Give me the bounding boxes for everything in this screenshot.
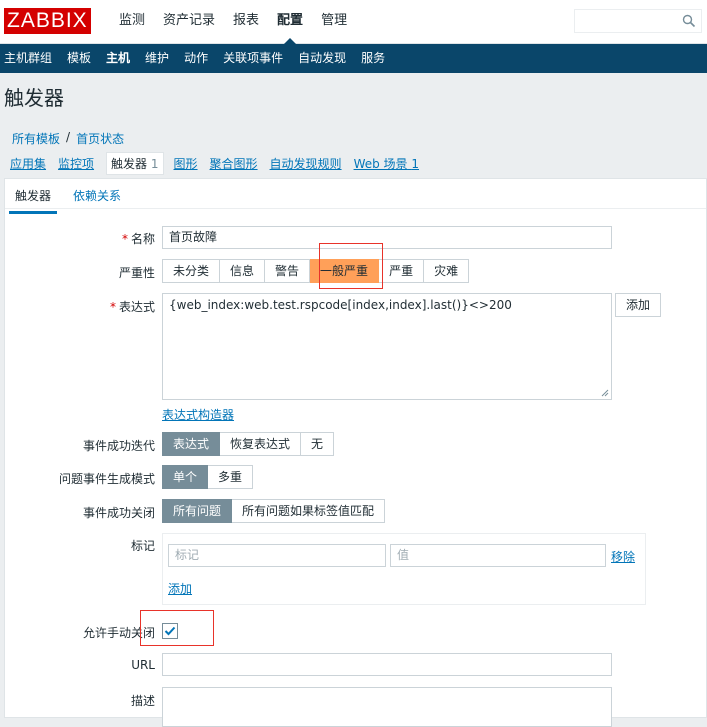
- required-asterisk: *: [121, 232, 128, 246]
- severity-high[interactable]: 严重: [379, 259, 425, 283]
- resize-grip-icon[interactable]: [601, 389, 609, 397]
- menu-configuration[interactable]: 配置: [268, 0, 312, 44]
- breadcrumb-host[interactable]: 首页状态: [76, 130, 124, 147]
- description-label: 描述: [130, 694, 155, 708]
- breadcrumb: 所有模板 / 首页状态: [12, 130, 124, 147]
- submenu-maintenance[interactable]: 维护: [141, 44, 178, 73]
- expression-label-text: 表达式: [118, 300, 155, 314]
- tag-remove-link[interactable]: 移除: [611, 548, 635, 565]
- url-label: URL: [131, 658, 155, 672]
- global-search: [574, 9, 702, 33]
- severity-selector: 未分类 信息 警告 一般严重 严重 灾难: [162, 259, 470, 283]
- entity-tab-triggers[interactable]: 触发器 1: [106, 152, 164, 175]
- severity-information[interactable]: 信息: [220, 259, 266, 283]
- breadcrumb-separator: /: [66, 130, 71, 144]
- expression-label: * 表达式: [5, 298, 155, 315]
- name-label-text: 名称: [130, 232, 155, 246]
- entity-tab-triggers-label: 触发器: [111, 157, 148, 171]
- url-field[interactable]: [162, 653, 612, 676]
- severity-not-classified[interactable]: 未分类: [162, 259, 221, 283]
- highlight-box-manual-close: [140, 610, 214, 646]
- ok-event-recovery-expression[interactable]: 恢复表达式: [220, 432, 302, 456]
- name-label: * 名称: [5, 230, 155, 247]
- submenu-hosts[interactable]: 主机: [102, 44, 139, 73]
- ok-close-selector: 所有问题 所有问题如果标签值匹配: [162, 499, 386, 523]
- menu-administration[interactable]: 管理: [312, 0, 356, 44]
- triggers-count: 1: [150, 157, 159, 171]
- tag-name-input[interactable]: 标记: [168, 544, 386, 567]
- submenu-correlation[interactable]: 关联项事件: [219, 44, 292, 73]
- menu-inventory[interactable]: 资产记录: [154, 0, 224, 44]
- breadcrumb-all-templates[interactable]: 所有模板: [12, 130, 60, 147]
- entity-tab-graphs[interactable]: 图形: [174, 155, 198, 172]
- zabbix-logo[interactable]: ZABBIX: [4, 8, 91, 34]
- submenu-templates[interactable]: 模板: [63, 44, 100, 73]
- form-tabs: 触发器 依赖关系: [5, 179, 706, 214]
- menu-reports[interactable]: 报表: [224, 0, 268, 44]
- tags-label: 标记: [130, 539, 155, 553]
- problem-mode-label: 问题事件生成模式: [58, 472, 155, 486]
- entity-tab-screens[interactable]: 聚合图形: [210, 155, 258, 172]
- problem-mode-multiple[interactable]: 多重: [208, 465, 254, 489]
- required-asterisk: *: [109, 300, 116, 314]
- ok-event-expression[interactable]: 表达式: [162, 432, 221, 456]
- expression-value: {web_index:web.test.rspcode[index,index]…: [169, 298, 512, 312]
- config-submenu: 主机群组 模板 主机 维护 动作 关联项事件 自动发现 服务: [0, 44, 707, 73]
- entity-tab-web-label: Web 场景: [353, 157, 408, 171]
- submenu-host-groups[interactable]: 主机群组: [0, 44, 61, 73]
- severity-warning[interactable]: 警告: [265, 259, 311, 283]
- ok-close-tag-match[interactable]: 所有问题如果标签值匹配: [232, 499, 386, 523]
- submenu-discovery[interactable]: 自动发现: [294, 44, 355, 73]
- highlight-box-severity: [319, 243, 383, 289]
- top-header: ZABBIX 监测 资产记录 报表 配置 管理: [0, 0, 707, 44]
- submenu-services[interactable]: 服务: [357, 44, 394, 73]
- problem-mode-single[interactable]: 单个: [162, 465, 209, 489]
- manual-close-label: 允许手动关闭: [82, 626, 155, 640]
- entity-tab-applications[interactable]: 应用集: [10, 155, 46, 172]
- severity-disaster[interactable]: 灾难: [424, 259, 470, 283]
- entity-tab-items[interactable]: 监控项: [58, 155, 94, 172]
- web-count: 1: [411, 157, 420, 171]
- search-icon[interactable]: [682, 14, 696, 28]
- expression-builder-link[interactable]: 表达式构造器: [162, 406, 234, 423]
- submenu-actions[interactable]: 动作: [180, 44, 217, 73]
- entity-tab-web[interactable]: Web 场景 1: [354, 155, 419, 172]
- trigger-form-panel: 触发器 依赖关系 * 名称 首页故障 严重性 未分类 信息 警告 一般严重 严重 …: [4, 178, 707, 727]
- entity-tab-discovery[interactable]: 自动发现规则: [270, 155, 342, 172]
- tab-trigger[interactable]: 触发器: [8, 187, 58, 214]
- ok-event-selector: 表达式 恢复表达式 无: [162, 432, 335, 456]
- ok-close-all-problems[interactable]: 所有问题: [162, 499, 233, 523]
- tag-value-input[interactable]: 值: [390, 544, 606, 567]
- expression-add-button[interactable]: 添加: [615, 293, 662, 317]
- expression-textarea[interactable]: {web_index:web.test.rspcode[index,index]…: [162, 293, 612, 400]
- ok-event-none[interactable]: 无: [301, 432, 335, 456]
- problem-mode-selector: 单个 多重: [162, 465, 254, 489]
- description-field[interactable]: [162, 687, 612, 727]
- entity-tabs: 应用集 监控项 触发器 1 图形 聚合图形 自动发现规则 Web 场景 1: [10, 152, 431, 175]
- name-field[interactable]: 首页故障: [162, 226, 612, 249]
- search-input[interactable]: [575, 10, 675, 32]
- tag-add-link[interactable]: 添加: [168, 580, 192, 597]
- page-title: 触发器: [4, 86, 64, 110]
- ok-event-label: 事件成功迭代: [82, 439, 155, 453]
- severity-label: 严重性: [118, 266, 155, 280]
- main-menu: 监测 资产记录 报表 配置 管理: [110, 0, 356, 44]
- tab-dependencies[interactable]: 依赖关系: [73, 187, 121, 204]
- tags-container: 标记 值 移除 添加: [162, 533, 646, 605]
- menu-monitoring[interactable]: 监测: [110, 0, 154, 44]
- menu-configuration-label: 配置: [277, 13, 304, 28]
- ok-close-label: 事件成功关闭: [82, 506, 155, 520]
